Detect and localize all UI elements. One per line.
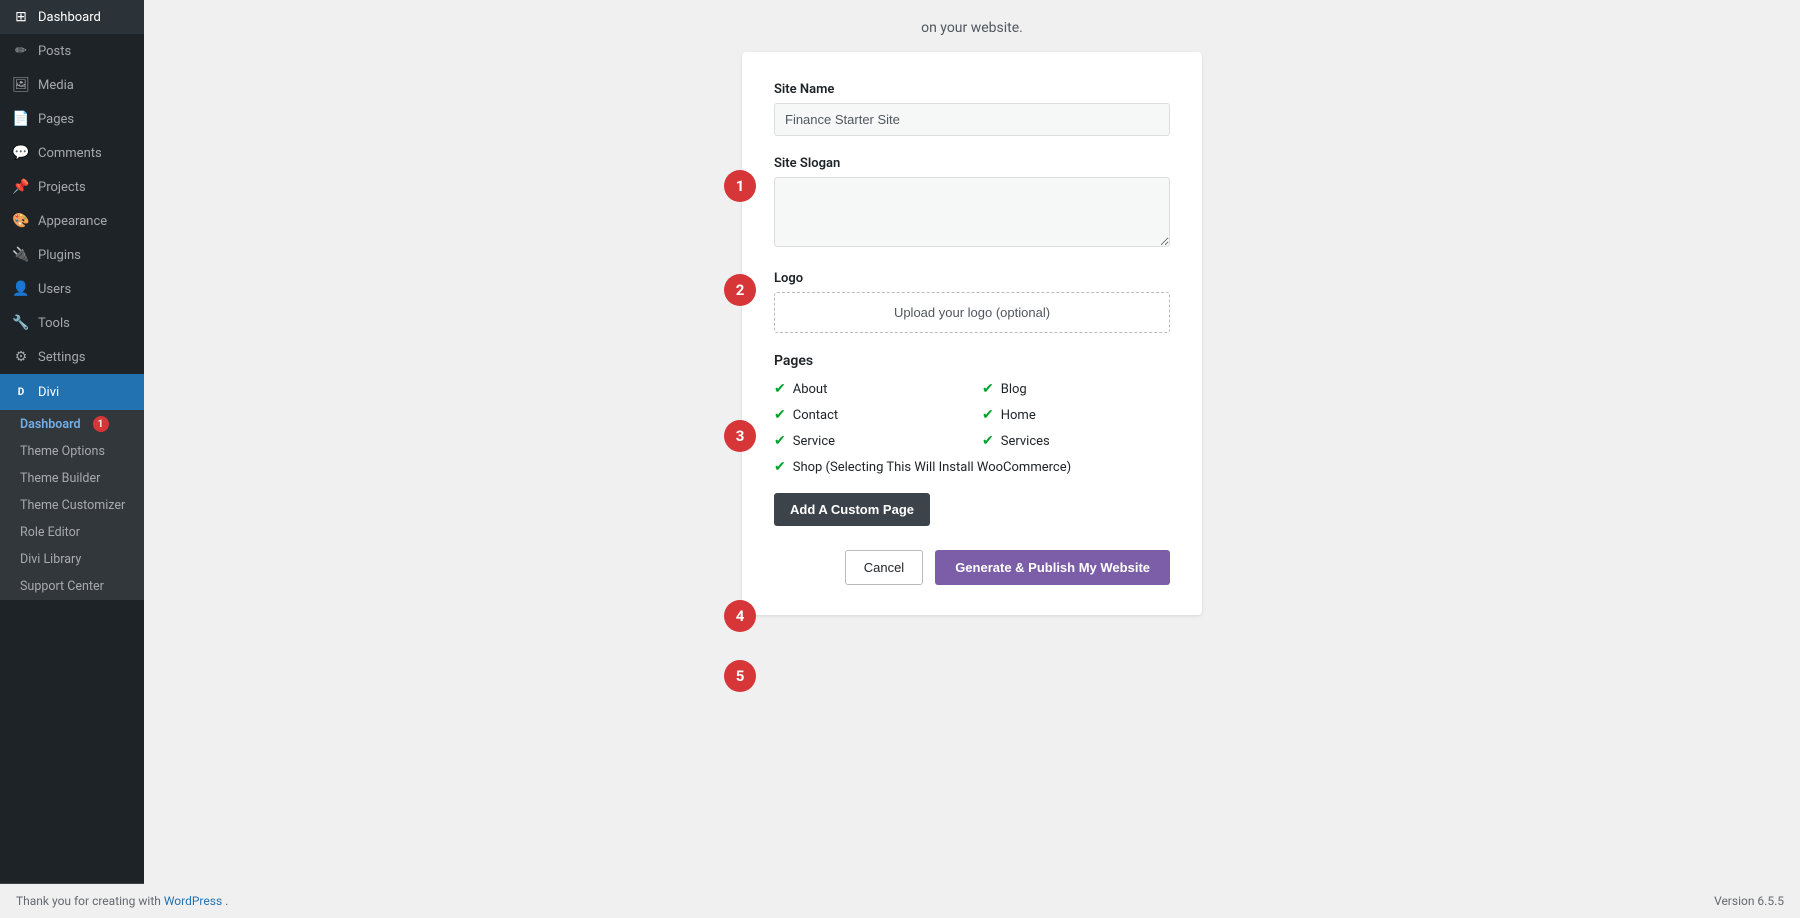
logo-label: Logo	[774, 271, 1170, 286]
sidebar-item-pages[interactable]: 📄 Pages	[0, 102, 144, 136]
page-item-shop[interactable]: ✔ Shop (Selecting This Will Install WooC…	[774, 459, 1170, 475]
divi-submenu: Dashboard 1 Theme Options Theme Builder …	[0, 410, 144, 600]
projects-icon: 📌	[12, 179, 30, 195]
form-card: Site Name Site Slogan Logo Upload your l…	[742, 52, 1202, 615]
sidebar-item-settings[interactable]: ⚙ Settings	[0, 340, 144, 374]
check-home-icon: ✔	[982, 407, 994, 423]
sidebar-item-appearance[interactable]: 🎨 Appearance	[0, 204, 144, 238]
wordpress-link[interactable]: WordPress	[164, 894, 222, 908]
step-3-badge: 3	[724, 420, 756, 452]
site-name-label: Site Name	[774, 82, 1170, 97]
submenu-item-support-center[interactable]: Support Center	[0, 573, 144, 600]
form-card-wrapper: 1 2 3 4 5 Site Name Site Slogan	[742, 52, 1202, 615]
users-icon: 👤	[12, 281, 30, 297]
pages-grid: ✔ About ✔ Blog ✔ Contact ✔	[774, 381, 1170, 475]
sidebar-item-posts[interactable]: ✏ Posts	[0, 34, 144, 68]
submenu-item-divi-library[interactable]: Divi Library	[0, 546, 144, 573]
sidebar-item-divi[interactable]: D Divi	[0, 374, 144, 410]
check-about-icon: ✔	[774, 381, 786, 397]
sidebar-item-dashboard[interactable]: ⊞ Dashboard	[0, 0, 144, 34]
logo-upload-button[interactable]: Upload your logo (optional)	[774, 292, 1170, 333]
step-2-badge: 2	[724, 274, 756, 306]
generate-publish-button[interactable]: Generate & Publish My Website	[935, 550, 1170, 585]
page-item-service[interactable]: ✔ Service	[774, 433, 962, 449]
sidebar-item-plugins[interactable]: 🔌 Plugins	[0, 238, 144, 272]
sidebar: ⊞ Dashboard ✏ Posts 🖼 Media 📄 Pages 💬 Co…	[0, 0, 144, 918]
page-item-home[interactable]: ✔ Home	[982, 407, 1170, 423]
tools-icon: 🔧	[12, 315, 30, 331]
sidebar-item-media[interactable]: 🖼 Media	[0, 68, 144, 102]
check-contact-icon: ✔	[774, 407, 786, 423]
settings-icon: ⚙	[12, 349, 30, 365]
posts-icon: ✏	[12, 43, 30, 59]
pages-icon: 📄	[12, 111, 30, 127]
step-5-badge: 5	[724, 660, 756, 692]
check-blog-icon: ✔	[982, 381, 994, 397]
step-1-badge: 1	[724, 170, 756, 202]
add-custom-page-button[interactable]: Add A Custom Page	[774, 493, 930, 526]
pages-section: Pages ✔ About ✔ Blog ✔ Contact	[774, 353, 1170, 526]
sidebar-item-tools[interactable]: 🔧 Tools	[0, 306, 144, 340]
page-item-blog[interactable]: ✔ Blog	[982, 381, 1170, 397]
sidebar-item-projects[interactable]: 📌 Projects	[0, 170, 144, 204]
footer-thank-you: Thank you for creating with WordPress .	[16, 894, 228, 908]
header-subtitle: on your website.	[921, 20, 1023, 36]
main-content: on your website. 1 2 3 4 5 Site Name	[144, 0, 1800, 918]
check-shop-icon: ✔	[774, 459, 786, 475]
site-name-group: Site Name	[774, 82, 1170, 136]
pages-label: Pages	[774, 353, 1170, 369]
card-footer: Cancel Generate & Publish My Website	[774, 550, 1170, 585]
dashboard-icon: ⊞	[12, 9, 30, 25]
submenu-item-theme-options[interactable]: Theme Options	[0, 438, 144, 465]
page-item-services[interactable]: ✔ Services	[982, 433, 1170, 449]
page-footer: Thank you for creating with WordPress . …	[0, 884, 1800, 918]
submenu-item-theme-customizer[interactable]: Theme Customizer	[0, 492, 144, 519]
page-item-about[interactable]: ✔ About	[774, 381, 962, 397]
site-slogan-group: Site Slogan	[774, 156, 1170, 251]
divi-icon: D	[12, 383, 30, 401]
media-icon: 🖼	[12, 77, 30, 93]
check-services-icon: ✔	[982, 433, 994, 449]
sidebar-item-comments[interactable]: 💬 Comments	[0, 136, 144, 170]
sidebar-item-users[interactable]: 👤 Users	[0, 272, 144, 306]
site-name-input[interactable]	[774, 103, 1170, 136]
site-slogan-input[interactable]	[774, 177, 1170, 247]
plugins-icon: 🔌	[12, 247, 30, 263]
submenu-item-theme-builder[interactable]: Theme Builder	[0, 465, 144, 492]
submenu-item-dashboard[interactable]: Dashboard 1	[0, 410, 144, 438]
submenu-item-role-editor[interactable]: Role Editor	[0, 519, 144, 546]
step-4-badge: 4	[724, 600, 756, 632]
cancel-button[interactable]: Cancel	[845, 550, 923, 585]
appearance-icon: 🎨	[12, 213, 30, 229]
check-service-icon: ✔	[774, 433, 786, 449]
site-slogan-label: Site Slogan	[774, 156, 1170, 171]
comments-icon: 💬	[12, 145, 30, 161]
logo-group: Logo Upload your logo (optional)	[774, 271, 1170, 333]
page-item-contact[interactable]: ✔ Contact	[774, 407, 962, 423]
footer-version: Version 6.5.5	[1714, 894, 1784, 908]
dashboard-badge: 1	[93, 416, 109, 432]
